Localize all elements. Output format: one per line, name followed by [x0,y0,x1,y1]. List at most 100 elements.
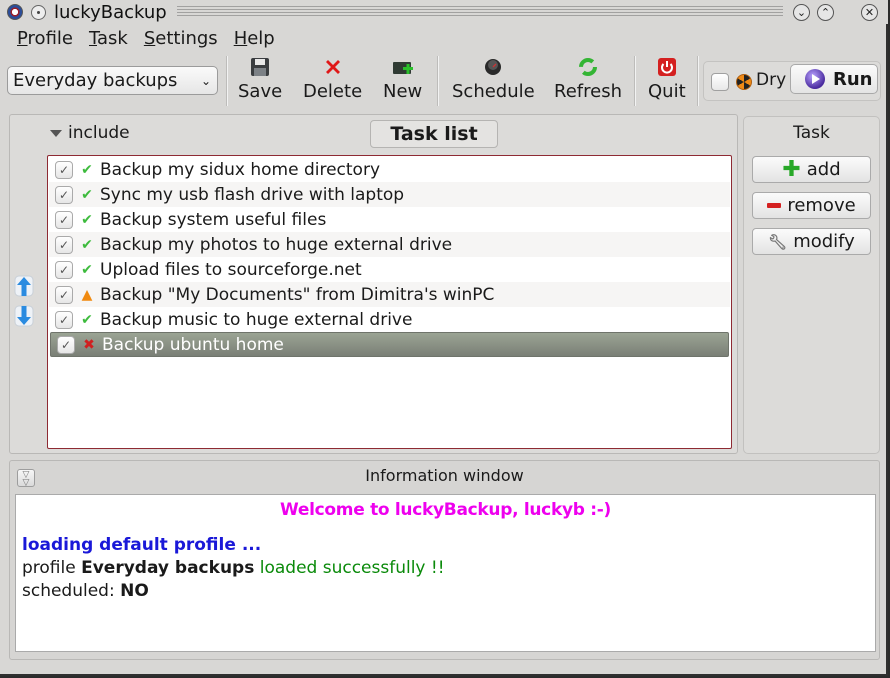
task-row[interactable]: ✓ ✔ Backup my sidux home directory [49,157,730,182]
menu-label: Help [233,28,275,49]
arrow-down-icon [14,305,34,327]
clock-icon [482,56,504,78]
task-row[interactable]: ✓ ✔ Backup my photos to huge external driv… [49,232,730,257]
arrow-up-icon [14,275,34,297]
power-icon [656,56,678,78]
task-list[interactable]: ✓ ✔ Backup my sidux home directory ✓ ✔ Sync m… [47,155,732,449]
menu-help[interactable]: Help [226,26,283,52]
task-row[interactable]: ✓ ✖ Backup ubuntu home [50,332,729,357]
include-toggle[interactable]: include [50,123,130,143]
task-name: Backup my photos to huge external drive [100,234,453,255]
window-title: luckyBackup [54,1,167,23]
toolbar: Everyday backups ⌄ Save Delete New Sched… [0,54,888,108]
double-chevron-down-icon: ▽ ▽ [22,470,30,488]
task-row[interactable]: ✓ ✔ Backup system useful files [49,207,730,232]
task-actions-title: Task [793,123,830,143]
red-x-icon [322,56,344,78]
menu-task[interactable]: Task [81,26,136,52]
scheduled-value: NO [120,581,149,601]
save-label: Save [238,81,283,102]
task-row[interactable]: ✓ ✔ Upload files to sourceforge.net [49,257,730,282]
dry-run-checkbox[interactable] [711,73,729,91]
task-name: Upload files to sourceforge.net [100,259,362,280]
status-ok-icon: ✔ [81,186,93,203]
task-row[interactable]: ✓ ✔ Backup music to huge external drive [49,307,730,332]
profile-status-line: profile Everyday backups loaded successf… [22,557,869,580]
task-list-title: Task list [370,120,498,148]
run-label: Run [833,68,873,90]
close-button[interactable]: ✕ [861,3,878,21]
menu-label: Profile [17,28,73,49]
task-include-checkbox[interactable]: ✓ [55,210,73,229]
quit-button[interactable]: Quit [648,56,686,106]
chevron-down-icon: ⌄ [200,74,211,88]
app-icon[interactable] [7,4,23,20]
title-bar: luckyBackup ⌄ ⌃ ✕ [0,0,888,24]
quit-label: Quit [648,81,686,102]
status-error-icon: ✖ [83,336,95,353]
delete-label: Delete [303,81,363,102]
run-button[interactable]: Run [790,64,878,94]
information-window-title: Information window [365,466,524,485]
move-down-button[interactable] [14,305,34,327]
task-include-checkbox[interactable]: ✓ [55,185,73,204]
task-row[interactable]: ✓ ▲ Backup "My Documents" from Dimitra's w… [49,282,730,307]
status-ok-icon: ✔ [81,211,93,228]
profile-name: Everyday backups [81,558,255,578]
toolbar-separator [634,56,636,106]
information-text-area[interactable]: Welcome to luckyBackup, luckyb :-) loadi… [15,494,876,652]
play-icon [805,69,825,89]
toolbar-separator [437,56,439,106]
task-include-checkbox[interactable]: ✓ [55,235,73,254]
modify-task-button[interactable]: 🔧︎ modify [752,228,871,255]
reorder-buttons [14,275,34,335]
task-include-checkbox[interactable]: ✓ [55,160,73,179]
dry-run-group: Dry Run [703,61,881,101]
loaded-success-text: loaded successfully !! [254,558,445,578]
maximize-button[interactable]: ⌃ [817,3,834,21]
collapse-button[interactable]: ▽ ▽ [17,469,35,488]
task-name: Sync my usb flash drive with laptop [100,184,405,205]
profile-select[interactable]: Everyday backups ⌄ [7,66,218,95]
schedule-label: Schedule [452,81,535,102]
status-ok-icon: ✔ [81,261,93,278]
save-button[interactable]: Save [238,56,282,106]
task-include-checkbox[interactable]: ✓ [57,335,75,354]
refresh-label: Refresh [554,81,622,102]
task-actions-group: Task ✚ add remove 🔧︎ modify [743,116,880,454]
menu-label: Task [88,28,128,49]
minimize-button[interactable]: ⌄ [793,3,810,21]
new-button[interactable]: New [383,56,422,106]
main-window: luckyBackup ⌄ ⌃ ✕ Profile Task Settings … [0,0,888,676]
triangle-down-icon [50,129,62,137]
on-all-desktops-button[interactable] [31,4,46,20]
remove-task-button[interactable]: remove [752,192,871,219]
remove-task-label: remove [787,195,856,216]
add-task-label: add [806,159,841,180]
dry-run-label: Dry [756,70,787,90]
status-ok-icon: ✔ [81,311,93,328]
status-warning-icon: ▲ [81,286,93,303]
task-include-checkbox[interactable]: ✓ [55,285,73,304]
welcome-message: Welcome to luckyBackup, luckyb :-) [280,500,611,520]
task-include-checkbox[interactable]: ✓ [55,260,73,279]
plus-icon: ✚ [782,157,801,182]
modify-task-label: modify [793,231,855,252]
delete-button[interactable]: Delete [303,56,362,106]
task-row[interactable]: ✓ ✔ Sync my usb flash drive with laptop [49,182,730,207]
add-task-button[interactable]: ✚ add [752,156,871,183]
scheduled-label: scheduled: [22,581,121,601]
schedule-button[interactable]: Schedule [452,56,535,106]
task-include-checkbox[interactable]: ✓ [55,310,73,329]
menu-profile[interactable]: Profile [0,26,81,52]
move-up-button[interactable] [14,275,34,297]
floppy-disk-icon [249,56,271,78]
wrench-icon: 🔧︎ [768,232,788,251]
menu-settings[interactable]: Settings [136,26,226,52]
task-name: Backup music to huge external drive [100,309,413,330]
minus-icon [767,203,782,208]
task-list-panel: include Task list ✓ ✔ Backup my sidux home… [9,114,738,454]
menu-bar: Profile Task Settings Help [0,26,283,52]
task-name: Backup system useful files [100,209,327,230]
refresh-button[interactable]: Refresh [554,56,622,106]
